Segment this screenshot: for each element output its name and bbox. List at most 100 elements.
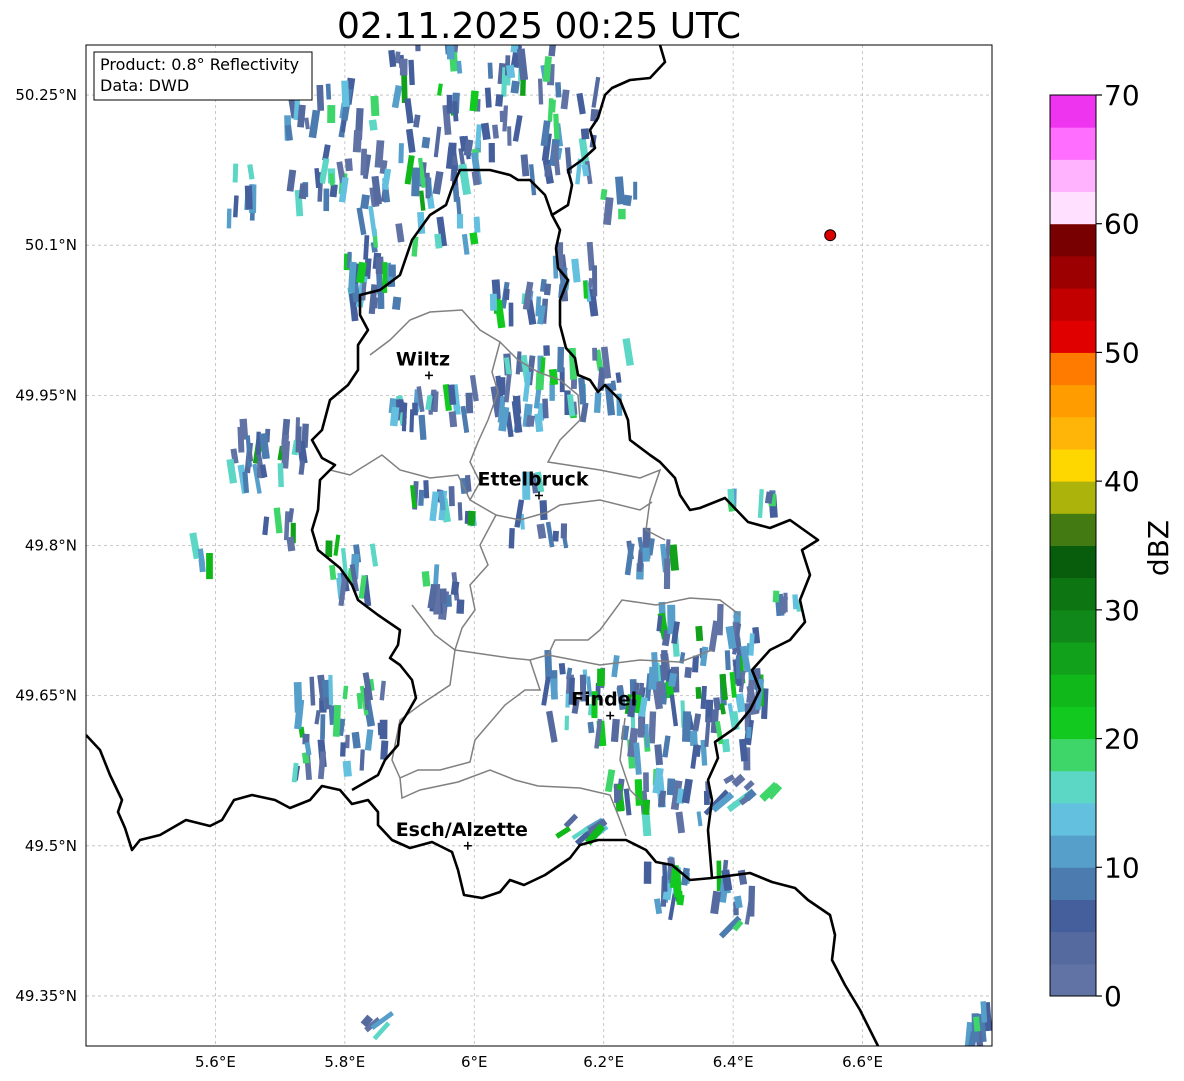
echo-cell bbox=[409, 409, 415, 433]
colorbar-segment bbox=[1050, 288, 1096, 321]
echo-cell bbox=[716, 603, 724, 636]
colorbar-segment bbox=[1050, 384, 1096, 418]
echo-cell bbox=[623, 194, 633, 207]
echo-cell bbox=[691, 655, 699, 673]
echo-cell bbox=[320, 714, 326, 740]
echo-cell bbox=[525, 414, 536, 427]
echo-cell bbox=[375, 256, 384, 274]
city-label: Findel bbox=[571, 689, 637, 711]
echo-cell bbox=[681, 711, 692, 742]
echo-cell bbox=[342, 760, 352, 777]
echo-cell bbox=[543, 283, 552, 296]
radar-site-marker bbox=[824, 229, 837, 242]
lon-tick-label: 6.2°E bbox=[583, 1053, 624, 1071]
echo-cell bbox=[564, 715, 570, 731]
echo-cell bbox=[662, 863, 668, 892]
echo-cell bbox=[360, 148, 367, 176]
echo-cell bbox=[352, 130, 363, 153]
echo-cell bbox=[421, 136, 431, 149]
echo-cell bbox=[487, 62, 494, 79]
echo-cell bbox=[593, 392, 602, 413]
echo-cell bbox=[642, 799, 651, 815]
lon-tick-label: 5.6°E bbox=[195, 1053, 236, 1071]
echo-cell bbox=[587, 721, 595, 734]
echo-cell bbox=[615, 789, 622, 801]
echo-cell bbox=[695, 625, 704, 642]
echo-cell bbox=[508, 302, 514, 327]
colorbar-segment bbox=[1050, 159, 1096, 193]
echo-cell bbox=[316, 84, 325, 111]
lat-tick-label: 49.65°N bbox=[15, 687, 77, 705]
echo-cell bbox=[327, 105, 336, 124]
echo-cell bbox=[421, 571, 431, 587]
echo-cell bbox=[423, 480, 430, 499]
colorbar-segment bbox=[1050, 867, 1096, 900]
colorbar-segment bbox=[1050, 609, 1096, 643]
colorbar-segment bbox=[1050, 416, 1096, 450]
colorbar-label: dBZ bbox=[1142, 520, 1175, 576]
colorbar-segment bbox=[1050, 931, 1096, 965]
echo-cell bbox=[277, 463, 284, 488]
echo-cell bbox=[692, 744, 702, 757]
colorbar-tick-label: 40 bbox=[1104, 465, 1140, 498]
echo-cell bbox=[634, 779, 644, 806]
echo-cell bbox=[539, 500, 548, 521]
echo-cell bbox=[237, 426, 245, 453]
echo-cell bbox=[552, 530, 559, 542]
colorbar-segment bbox=[1050, 963, 1096, 997]
colorbar: 0 10 20 30 40 50 60 70 bbox=[1049, 79, 1140, 1013]
colorbar-segment bbox=[1050, 770, 1096, 804]
lon-tick-label: 6.4°E bbox=[713, 1053, 754, 1071]
echo-cell bbox=[663, 558, 671, 590]
echo-cell bbox=[448, 142, 457, 157]
echo-cell bbox=[792, 594, 799, 610]
echo-cell bbox=[560, 523, 568, 539]
echo-cell bbox=[345, 734, 350, 749]
colorbar-tick-label: 70 bbox=[1104, 79, 1140, 112]
echo-cell bbox=[507, 126, 512, 146]
echo-cell bbox=[469, 232, 479, 245]
colorbar-segment bbox=[1050, 706, 1096, 740]
lat-tick-label: 49.35°N bbox=[15, 987, 77, 1005]
echo-cell bbox=[440, 588, 447, 604]
echo-cell bbox=[597, 668, 605, 687]
lat-tick-label: 50.25°N bbox=[15, 86, 77, 104]
radar-map: 02.11.2025 00:25 UTC 5.6°E 5.8°E 6°E 6.2°E 6… bbox=[15, 6, 1175, 1071]
echo-cell bbox=[618, 208, 626, 220]
echo-cell bbox=[426, 177, 432, 197]
echo-cell bbox=[244, 185, 253, 210]
echo-cell bbox=[379, 719, 388, 740]
echo-cell bbox=[724, 650, 731, 671]
echo-cell bbox=[506, 64, 516, 79]
echo-cell bbox=[544, 164, 552, 177]
colorbar-segment bbox=[1050, 738, 1096, 772]
echo-cell bbox=[633, 181, 638, 200]
echo-cell bbox=[232, 163, 239, 183]
map-title: 02.11.2025 00:25 UTC bbox=[337, 6, 741, 47]
colorbar-segment bbox=[1050, 674, 1096, 707]
echo-cell bbox=[535, 372, 545, 390]
echo-cell bbox=[735, 655, 741, 679]
colorbar-tick-label: 10 bbox=[1104, 851, 1140, 884]
echo-cell bbox=[555, 82, 562, 98]
echo-cell bbox=[783, 592, 788, 613]
echo-cell bbox=[473, 216, 481, 233]
lat-tick-label: 49.95°N bbox=[15, 386, 77, 404]
echo-cell bbox=[411, 167, 420, 197]
echo-cell bbox=[676, 894, 685, 906]
echo-cell bbox=[592, 347, 598, 361]
echo-cell bbox=[325, 83, 332, 100]
echo-cell bbox=[328, 674, 334, 705]
echo-cell bbox=[340, 742, 346, 757]
echo-cell bbox=[666, 778, 676, 796]
echo-cell bbox=[456, 214, 464, 229]
city-label: Ettelbruck bbox=[478, 468, 589, 490]
echo-cell bbox=[323, 188, 330, 212]
colorbar-segment bbox=[1050, 899, 1096, 933]
echo-cell bbox=[695, 686, 702, 699]
echo-cell bbox=[448, 486, 455, 507]
echo-cell bbox=[226, 208, 232, 229]
echo-cell bbox=[391, 296, 402, 311]
echo-cell bbox=[550, 99, 556, 113]
echo-cell bbox=[648, 666, 658, 690]
